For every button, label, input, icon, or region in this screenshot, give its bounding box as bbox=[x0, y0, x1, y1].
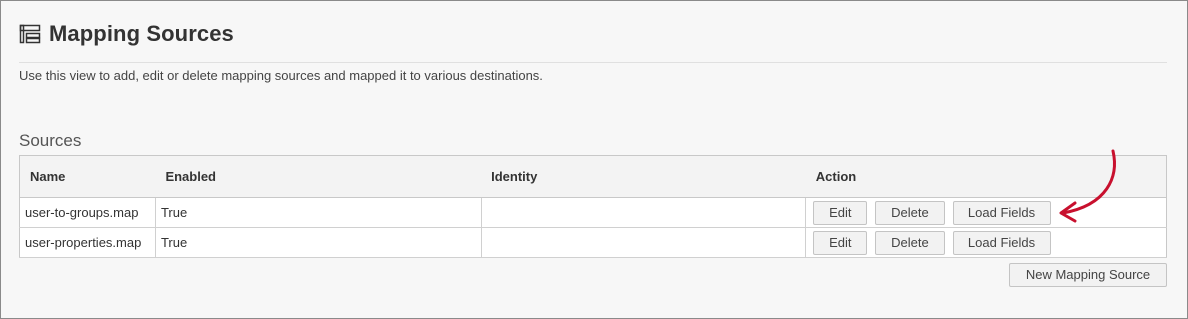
new-mapping-source-button[interactable]: New Mapping Source bbox=[1009, 263, 1167, 287]
mapping-sources-icon bbox=[19, 23, 41, 45]
table-row: user-to-groups.map True Edit Delete Load… bbox=[19, 197, 1167, 228]
load-fields-button[interactable]: Load Fields bbox=[952, 230, 1051, 255]
source-identity bbox=[481, 227, 807, 258]
delete-button[interactable]: Delete bbox=[874, 230, 945, 255]
sources-table: Name Enabled Identity Action user-to-gro… bbox=[19, 155, 1167, 258]
source-enabled: True bbox=[155, 227, 482, 258]
page-description: Use this view to add, edit or delete map… bbox=[19, 68, 543, 83]
column-header-identity: Identity bbox=[481, 155, 806, 198]
source-name: user-to-groups.map bbox=[19, 197, 156, 228]
source-enabled: True bbox=[155, 197, 482, 228]
table-header-row: Name Enabled Identity Action bbox=[19, 155, 1167, 198]
sources-heading: Sources bbox=[19, 131, 82, 150]
annotation-arrow-icon bbox=[1059, 149, 1116, 223]
source-identity bbox=[481, 197, 807, 228]
page-title: Mapping Sources bbox=[49, 21, 234, 46]
delete-button[interactable]: Delete bbox=[874, 200, 945, 225]
edit-button[interactable]: Edit bbox=[813, 230, 868, 255]
column-header-name: Name bbox=[19, 155, 156, 198]
load-fields-button[interactable]: Load Fields bbox=[952, 200, 1051, 225]
page-frame: Mapping Sources Use this view to add, ed… bbox=[0, 0, 1188, 319]
table-row: user-properties.map True Edit Delete Loa… bbox=[19, 227, 1167, 258]
page-header: Mapping Sources bbox=[19, 21, 234, 47]
source-name: user-properties.map bbox=[19, 227, 156, 258]
column-header-enabled: Enabled bbox=[155, 155, 482, 198]
header-divider bbox=[19, 62, 1167, 63]
edit-button[interactable]: Edit bbox=[813, 200, 868, 225]
